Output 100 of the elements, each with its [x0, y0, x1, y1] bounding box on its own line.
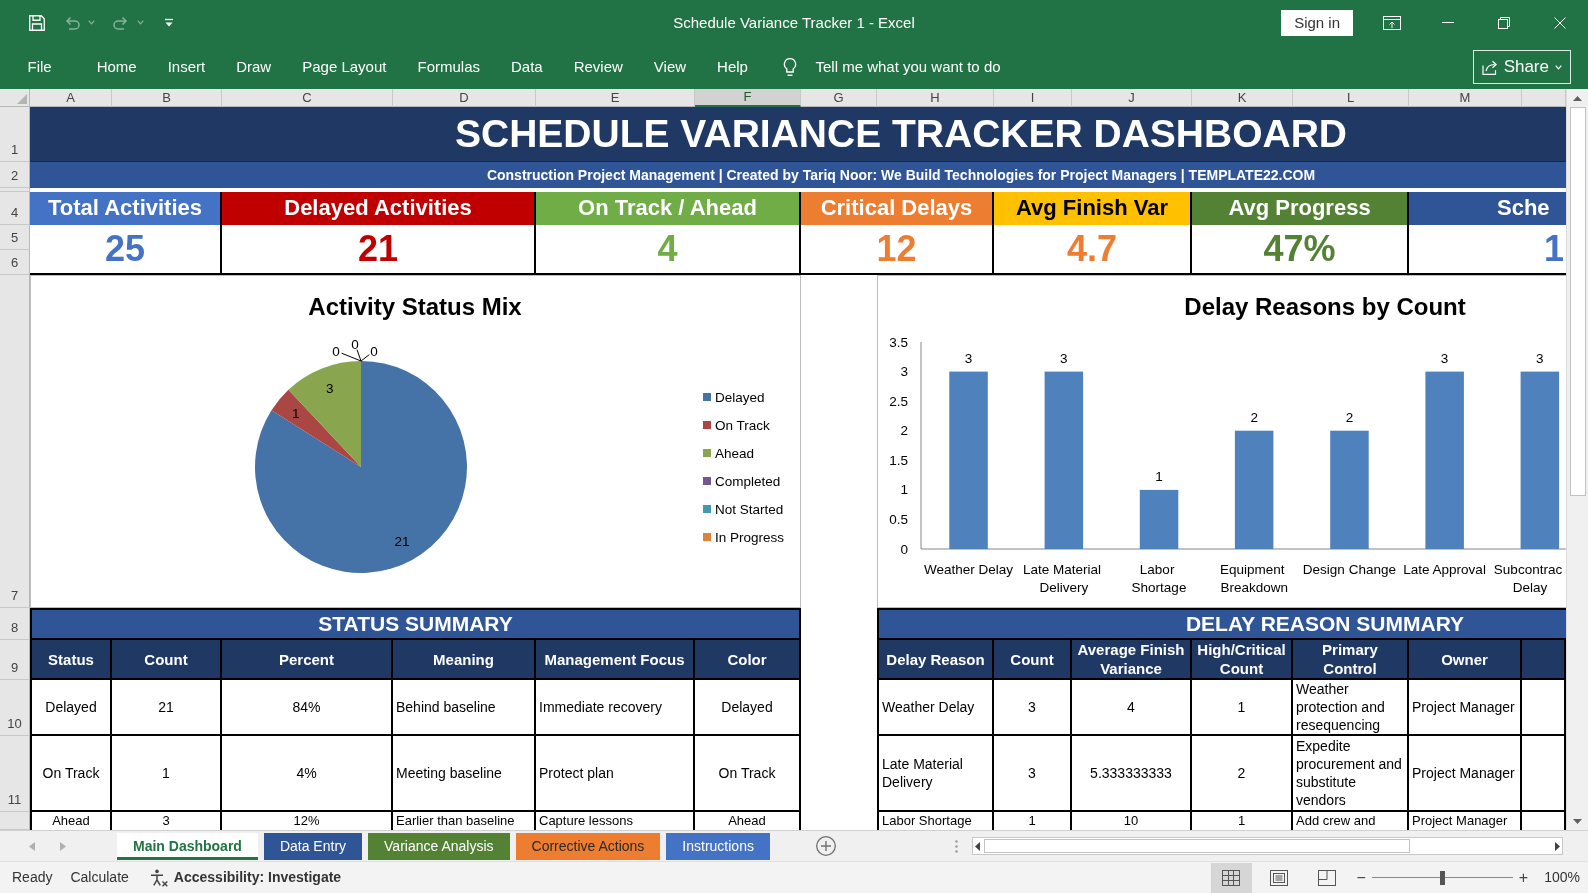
sheet-tab[interactable]: Variance Analysis	[368, 832, 510, 860]
legend-label: In Progress	[715, 530, 785, 545]
kpi-value: 12	[801, 225, 994, 275]
vertical-scrollbar[interactable]	[1566, 89, 1588, 830]
table-cell: Project Manager	[1409, 736, 1522, 812]
caret-down-icon[interactable]	[137, 20, 144, 25]
split-handle-icon[interactable]	[955, 839, 958, 853]
ribbon-tab[interactable]: Help	[701, 52, 764, 82]
row-header[interactable]: 6	[0, 250, 30, 275]
ribbon-tab[interactable]: File	[12, 52, 68, 82]
horizontal-scrollbar[interactable]	[972, 837, 1563, 855]
caret-up-icon[interactable]	[1573, 95, 1582, 101]
legend-label: On Track	[715, 418, 770, 433]
customize-icon[interactable]	[164, 17, 174, 28]
row-header[interactable]: 4	[0, 192, 30, 225]
scrollbar-thumb[interactable]	[1569, 107, 1586, 496]
sheet-tab[interactable]: Instructions	[666, 832, 770, 860]
table-cell: Meeting baseline	[393, 736, 536, 812]
column-header[interactable]: A	[30, 89, 112, 107]
data-label: 2	[1345, 409, 1354, 425]
ribbon-tab[interactable]: View	[638, 52, 702, 82]
column-header[interactable]: F	[695, 89, 801, 107]
ribbon-tab[interactable]: Page Layout	[286, 52, 402, 82]
ribbon-tab[interactable]: Data	[495, 52, 559, 82]
row-header[interactable]: 11	[0, 736, 30, 812]
kpi-value: 4.7	[994, 225, 1192, 275]
tell-me-search[interactable]: Tell me what you want to do	[783, 58, 1001, 76]
save-icon[interactable]	[29, 14, 45, 31]
column-header[interactable]: J	[1072, 89, 1192, 107]
sheet-tab[interactable]: Corrective Actions	[515, 832, 661, 860]
data-label: 3	[1060, 350, 1068, 366]
column-header: Delay Reason	[877, 640, 994, 680]
row-header[interactable]: 9	[0, 640, 30, 680]
column-header[interactable]: E	[536, 89, 695, 107]
accessibility-status[interactable]: Accessibility: Investigate	[173, 869, 342, 886]
column-header: Owner	[1409, 640, 1522, 680]
table-cell: Behind baseline	[393, 680, 536, 736]
row-header[interactable]: 7	[0, 275, 30, 608]
scrollbar-thumb[interactable]	[984, 839, 1410, 853]
axis-label: 3	[900, 364, 908, 380]
column-header[interactable]: I	[994, 89, 1072, 107]
category-label: Late Approval	[1403, 562, 1486, 577]
window-title: Schedule Variance Tracker 1 - Excel	[673, 13, 915, 32]
category-label: Subcontrac Delay	[1493, 562, 1563, 595]
kpi-label: Total Activities	[30, 192, 222, 225]
column-header[interactable]: H	[877, 89, 994, 107]
page-layout-icon	[1270, 869, 1288, 886]
axis-label: 1.5	[889, 452, 908, 468]
row-header[interactable]: 1	[0, 107, 30, 162]
sheet-tab[interactable]: Main Dashboard	[117, 832, 258, 860]
column-header[interactable]: K	[1192, 89, 1293, 107]
sheet-tab[interactable]: Data Entry	[263, 832, 363, 860]
ribbon-tab[interactable]: Draw	[220, 52, 287, 82]
accessibility-icon[interactable]	[149, 868, 168, 887]
normal-view-icon	[1222, 869, 1240, 886]
ribbon-tab[interactable]: Insert	[152, 52, 221, 82]
data-label: 3	[1440, 350, 1449, 366]
kpi-label: On Track / Ahead	[536, 192, 801, 225]
caret-down-icon[interactable]	[1573, 818, 1582, 824]
column-header[interactable]: L	[1293, 89, 1409, 107]
chart-title: Delay Reasons by Count	[1184, 293, 1466, 320]
caret-left-icon[interactable]	[975, 841, 980, 851]
axis-label: 2.5	[889, 393, 908, 409]
table-cell: Weather Delay	[877, 680, 994, 736]
caret-right-icon[interactable]	[1555, 841, 1560, 851]
section-title: DELAY REASON SUMMARY	[877, 608, 1566, 640]
column-header[interactable]: M	[1409, 89, 1522, 107]
kpi-value: 21	[222, 225, 536, 275]
kpi-value: 25	[30, 225, 222, 275]
data-label: 0	[370, 344, 378, 359]
table-cell: 2	[1192, 736, 1293, 812]
row-header[interactable]: 8	[0, 608, 30, 640]
column-header[interactable]: D	[393, 89, 536, 107]
zoom-in-button[interactable]: +	[1516, 867, 1531, 888]
view-button[interactable]	[1210, 862, 1252, 893]
sign-in-button[interactable]: Sign in	[1281, 9, 1353, 36]
column-header[interactable]: B	[112, 89, 222, 107]
row-header[interactable]: 5	[0, 225, 30, 250]
table-cell: Expedite procurement and substitute vendors	[1293, 736, 1409, 812]
slider-thumb[interactable]	[1440, 870, 1446, 885]
ribbon-tab[interactable]: Review	[558, 52, 639, 82]
table-cell: 21	[112, 680, 222, 736]
table-cell: Delayed	[695, 680, 801, 736]
close-icon[interactable]	[1554, 16, 1566, 29]
category-label: Weather Delay	[924, 562, 1014, 577]
ribbon-display-icon[interactable]	[1383, 15, 1401, 30]
row-header[interactable]: 2	[0, 162, 30, 188]
add-sheet-icon[interactable]	[815, 836, 836, 856]
row-header[interactable]: 10	[0, 680, 30, 736]
share-button[interactable]: Share	[1472, 50, 1571, 84]
zoom-level: 100%	[1544, 869, 1580, 886]
caret-down-icon[interactable]	[88, 20, 95, 25]
table-cell: Delayed	[30, 680, 112, 736]
zoom-out-button[interactable]: −	[1354, 867, 1368, 888]
ribbon-tab[interactable]: Home	[81, 52, 153, 82]
restore-icon[interactable]	[1498, 16, 1510, 29]
ribbon-tab[interactable]: Formulas	[401, 52, 496, 82]
column-header[interactable]: G	[801, 89, 877, 107]
calculate-button[interactable]: Calculate	[70, 869, 129, 886]
column-header[interactable]: C	[222, 89, 393, 107]
